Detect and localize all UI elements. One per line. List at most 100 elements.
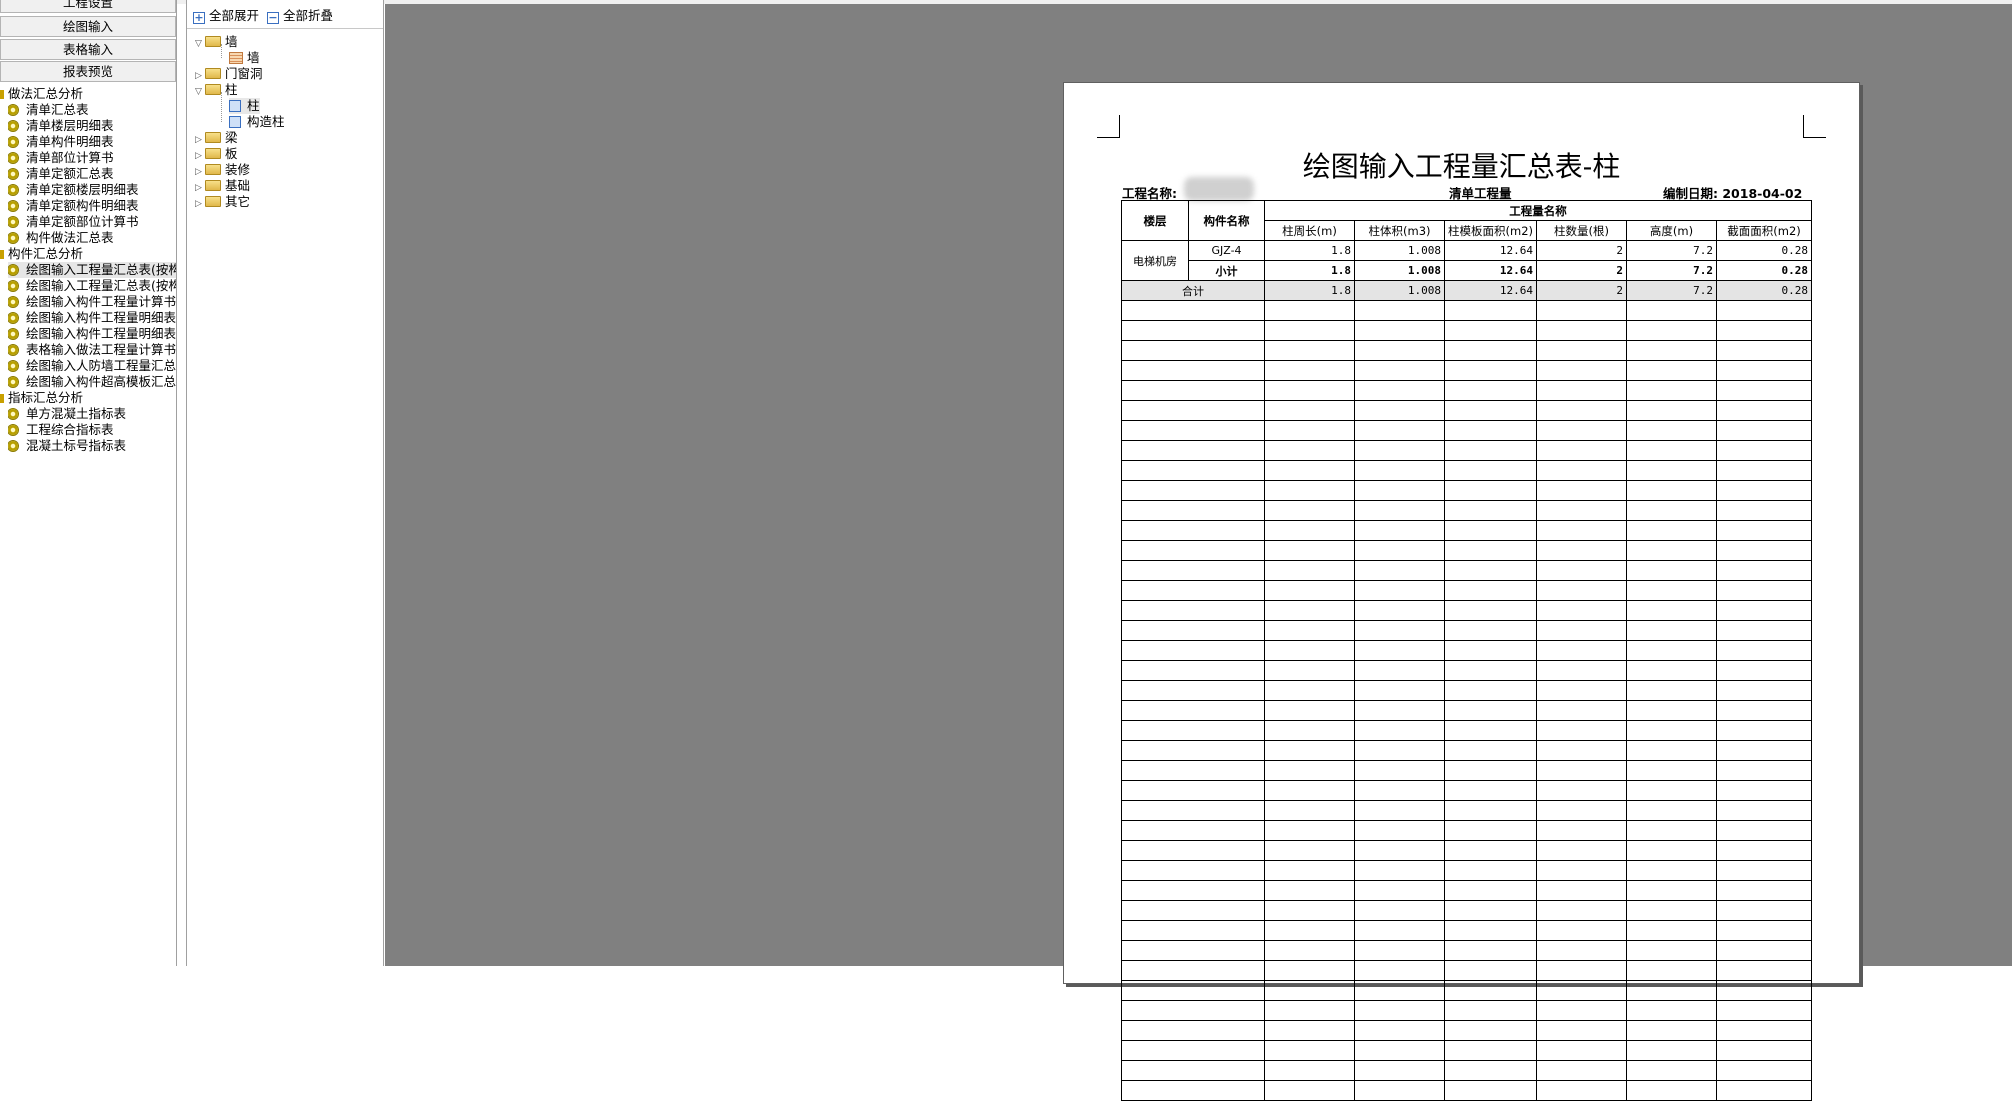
report-gear-icon [8, 105, 18, 115]
report-group[interactable]: 做法汇总分析 [0, 86, 83, 102]
empty-cell [1264, 360, 1355, 381]
empty-cell [1444, 780, 1537, 801]
tree-node[interactable]: ▷ 基础 [195, 178, 250, 194]
report-item[interactable]: 清单汇总表 [8, 102, 176, 118]
value-cell: 1.008 [1354, 260, 1445, 281]
empty-cell [1444, 340, 1537, 361]
nav-button-report-preview[interactable]: 报表预览 [0, 61, 176, 82]
empty-cell [1121, 680, 1265, 701]
tree-node[interactable]: ▽ 墙 [195, 34, 238, 50]
empty-cell [1444, 600, 1537, 621]
empty-cell [1536, 460, 1627, 481]
empty-cell [1626, 1040, 1717, 1061]
empty-cell [1536, 920, 1627, 941]
value-cell: 2 [1536, 260, 1627, 281]
empty-cell [1354, 520, 1445, 541]
nav-button-drawing-input[interactable]: 绘图输入 [0, 16, 176, 37]
report-item[interactable]: 混凝土标号指标表 [8, 438, 176, 454]
value-cell: 1.8 [1264, 260, 1355, 281]
tree-node[interactable]: 柱 [229, 98, 260, 114]
report-item[interactable]: 清单部位计算书 [8, 150, 176, 166]
value-cell: 12.64 [1444, 240, 1537, 261]
report-item-label: 绘图输入工程量汇总表(按构 [26, 262, 176, 277]
tree-node[interactable]: ▷ 板 [195, 146, 238, 162]
tree-guide-line [221, 92, 222, 122]
empty-cell [1444, 360, 1537, 381]
empty-cell [1121, 440, 1265, 461]
empty-cell [1354, 740, 1445, 761]
empty-row [1121, 880, 1812, 901]
empty-cell [1121, 860, 1265, 881]
empty-cell [1444, 820, 1537, 841]
empty-cell [1121, 320, 1265, 341]
empty-cell [1626, 860, 1717, 881]
report-group[interactable]: 指标汇总分析 [0, 390, 83, 406]
empty-row [1121, 380, 1812, 401]
report-item[interactable]: 工程综合指标表 [8, 422, 176, 438]
empty-cell [1444, 660, 1537, 681]
tree-node[interactable]: 构造柱 [229, 114, 285, 130]
report-item[interactable]: 绘图输入构件工程量计算书 [8, 294, 176, 310]
empty-cell [1626, 840, 1717, 861]
tree-node-label: 构造柱 [247, 114, 285, 129]
empty-cell [1626, 520, 1717, 541]
empty-cell [1354, 420, 1445, 441]
report-item[interactable]: 单方混凝土指标表 [8, 406, 176, 422]
report-item[interactable]: 绘图输入构件工程量明细表 [8, 326, 176, 342]
report-item[interactable]: 绘图输入工程量汇总表(按构 [8, 262, 176, 278]
report-item[interactable]: 清单定额部位计算书 [8, 214, 176, 230]
tree-node[interactable]: ▷ 梁 [195, 130, 238, 146]
report-preview-area[interactable]: 绘图输入工程量汇总表-柱 工程名称: 清单工程量 编制日期: 2018-04-0… [385, 4, 2012, 1101]
tree-node[interactable]: ▽ 柱 [195, 82, 238, 98]
value-cell: 12.64 [1444, 260, 1537, 281]
tree-node[interactable]: ▷ 其它 [195, 194, 250, 210]
empty-row [1121, 560, 1812, 581]
column-header: 截面面积(m2) [1716, 220, 1812, 241]
empty-cell [1716, 560, 1812, 581]
report-item[interactable]: 清单构件明细表 [8, 134, 176, 150]
empty-cell [1626, 1020, 1717, 1041]
empty-cell [1121, 740, 1265, 761]
empty-cell [1121, 520, 1265, 541]
chevron-down-icon[interactable]: ▽ [195, 84, 205, 100]
tree-node[interactable]: 墙 [229, 50, 260, 66]
report-item[interactable]: 清单定额汇总表 [8, 166, 176, 182]
empty-cell [1716, 340, 1812, 361]
empty-cell [1264, 680, 1355, 701]
report-group-label: 指标汇总分析 [8, 390, 84, 405]
expand-all-button[interactable]: + 全部展开 [193, 8, 259, 24]
empty-cell [1716, 880, 1812, 901]
nav-button-table-input[interactable]: 表格输入 [0, 39, 176, 60]
folder-icon [205, 196, 221, 207]
empty-cell [1536, 900, 1627, 921]
tree-node[interactable]: ▷ 门窗洞 [195, 66, 263, 82]
report-item[interactable]: 绘图输入构件超高模板汇总 [8, 374, 176, 390]
chevron-right-icon[interactable]: ▷ [195, 196, 205, 212]
report-item[interactable]: 清单定额构件明细表 [8, 198, 176, 214]
empty-cell [1264, 600, 1355, 621]
empty-cell [1354, 920, 1445, 941]
empty-cell [1354, 640, 1445, 661]
report-item[interactable]: 绘图输入构件工程量明细表 [8, 310, 176, 326]
nav-button-project-settings[interactable]: 工程设置 [0, 0, 176, 13]
report-item[interactable]: 表格输入做法工程量计算书 [8, 342, 176, 358]
empty-cell [1536, 340, 1627, 361]
report-item[interactable]: 构件做法汇总表 [8, 230, 176, 246]
empty-cell [1444, 720, 1537, 741]
empty-cell [1444, 400, 1537, 421]
empty-cell [1536, 640, 1627, 661]
collapse-all-button[interactable]: − 全部折叠 [267, 8, 333, 24]
report-item[interactable]: 绘图输入工程量汇总表(按构 [8, 278, 176, 294]
empty-cell [1121, 500, 1265, 521]
report-item[interactable]: 清单楼层明细表 [8, 118, 176, 134]
report-item[interactable]: 清单定额楼层明细表 [8, 182, 176, 198]
report-item-label: 工程综合指标表 [26, 422, 114, 437]
empty-cell [1626, 320, 1717, 341]
report-group[interactable]: 构件汇总分析 [0, 246, 83, 262]
tree-node[interactable]: ▷ 装修 [195, 162, 250, 178]
empty-cell [1121, 300, 1265, 321]
chevron-down-icon[interactable]: ▽ [195, 36, 205, 52]
minus-icon: − [267, 11, 279, 24]
report-item[interactable]: 绘图输入人防墙工程量汇总 [8, 358, 176, 374]
tree-line-marker-icon [0, 250, 4, 259]
